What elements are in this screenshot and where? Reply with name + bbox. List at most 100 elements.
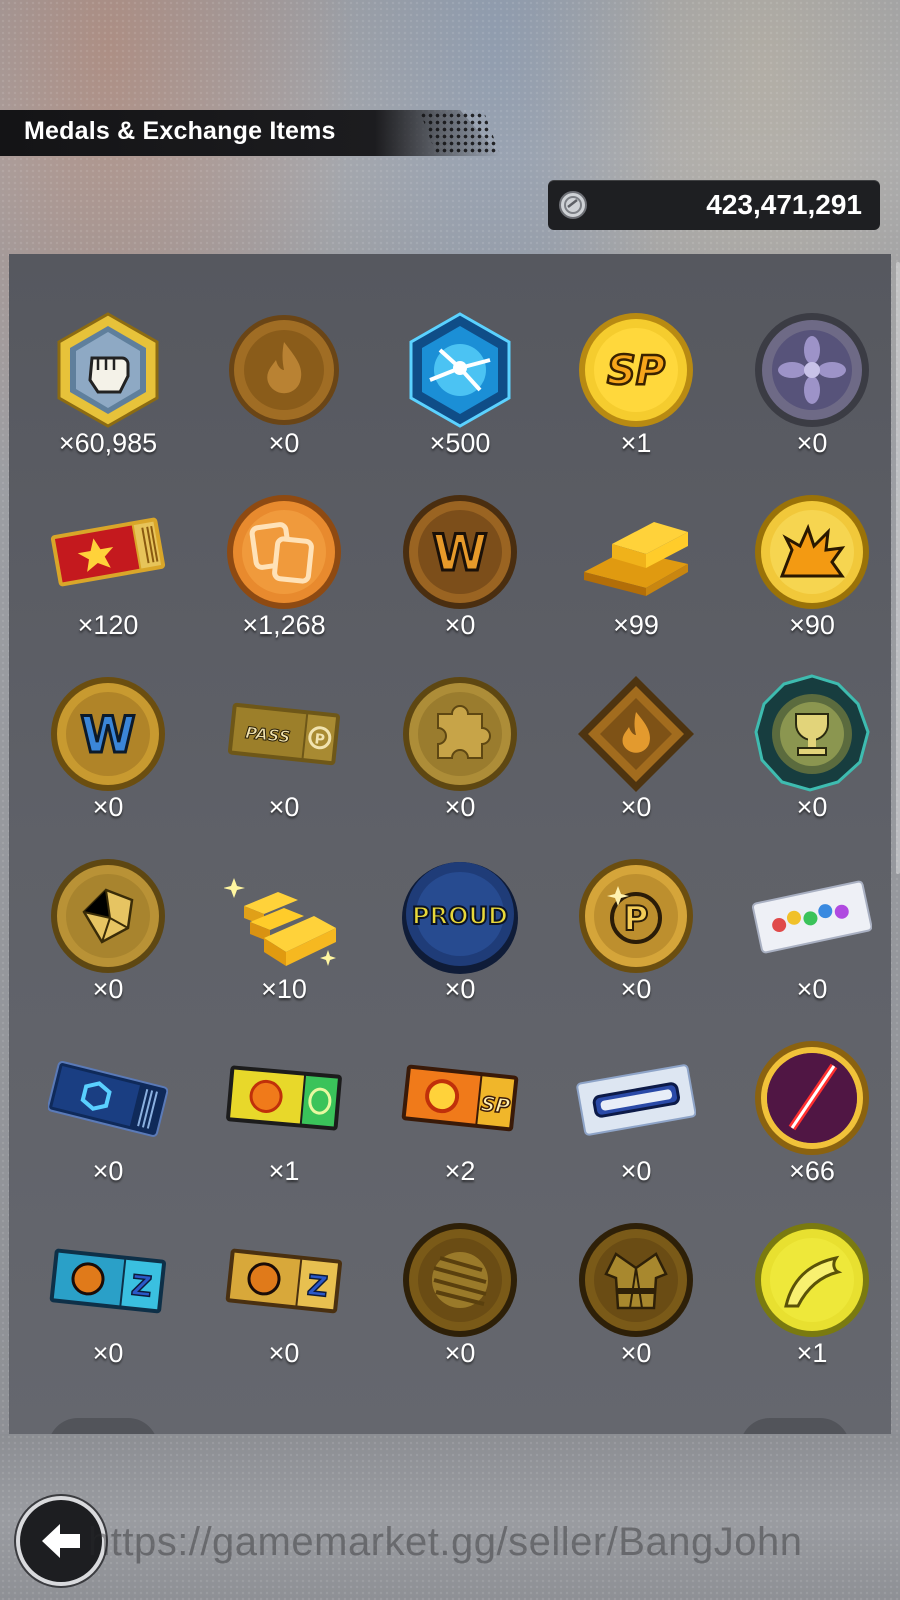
fist-hexagon-medal-icon xyxy=(57,312,159,428)
item-count: ×1 xyxy=(620,428,652,458)
blue-hexagon-ticket-icon xyxy=(48,1061,168,1137)
item-count: ×0 xyxy=(444,1338,476,1368)
item-cell[interactable]: ×99 xyxy=(548,492,724,678)
footer-area xyxy=(0,1434,900,1600)
item-cell[interactable]: PASS P ×0 xyxy=(196,674,372,860)
item-cell[interactable]: W ×0 xyxy=(372,492,548,678)
item-cell[interactable]: ×120 xyxy=(20,492,196,678)
item-count: ×0 xyxy=(620,974,652,1004)
puzzle-gold-coin-icon xyxy=(403,677,517,791)
item-cell[interactable]: SP ×2 xyxy=(372,1038,548,1224)
gold-bars-icon xyxy=(584,522,688,596)
item-cell[interactable]: ×0 xyxy=(372,1220,548,1406)
svg-text:P: P xyxy=(314,731,326,748)
item-count: ×0 xyxy=(268,1338,300,1368)
item-count: ×0 xyxy=(444,610,476,640)
item-count: ×0 xyxy=(796,428,828,458)
item-count: ×0 xyxy=(796,792,828,822)
item-count: ×0 xyxy=(620,1338,652,1368)
item-count: ×0 xyxy=(444,792,476,822)
item-cell[interactable]: ×0 xyxy=(548,674,724,860)
gi-bronze-coin-icon xyxy=(579,1223,693,1337)
blue-energy-hexagon-icon xyxy=(409,312,511,428)
item-cell[interactable]: ×0 xyxy=(20,856,196,1042)
item-count: ×500 xyxy=(429,428,491,458)
bandage-bronze-coin-icon xyxy=(403,1223,517,1337)
item-cell[interactable]: ×0 xyxy=(724,310,900,496)
svg-text:Z: Z xyxy=(306,1269,330,1304)
item-count: ×66 xyxy=(789,1156,835,1186)
sp-flame-ticket-icon: SP xyxy=(401,1064,519,1132)
sparkling-gold-bars-icon xyxy=(224,878,336,966)
item-cell[interactable]: ×90 xyxy=(724,492,900,678)
items-grid: ×60,985 ×0 ×500 SP ×1 ×0 ×120 ×1,268 W ×… xyxy=(9,254,891,1434)
svg-text:SP: SP xyxy=(607,348,665,394)
item-count: ×0 xyxy=(92,974,124,1004)
item-cell[interactable]: ×500 xyxy=(372,310,548,496)
item-cell[interactable]: ×66 xyxy=(724,1038,900,1224)
svg-text:SP: SP xyxy=(480,1091,512,1118)
svg-text:Z: Z xyxy=(130,1269,154,1304)
item-count: ×0 xyxy=(92,1156,124,1186)
item-count: ×0 xyxy=(92,792,124,822)
item-count: ×1,268 xyxy=(242,610,326,640)
svg-text:W: W xyxy=(80,706,135,764)
item-cell[interactable]: SP ×1 xyxy=(548,310,724,496)
item-count: ×10 xyxy=(261,974,307,1004)
item-cell[interactable]: ×0 xyxy=(372,674,548,860)
item-count: ×60,985 xyxy=(58,428,158,458)
item-cell[interactable]: P ×0 xyxy=(548,856,724,1042)
item-cell[interactable]: ×0 xyxy=(548,1220,724,1406)
item-cell[interactable]: ×1 xyxy=(196,1038,372,1224)
item-cell[interactable]: ×60,985 xyxy=(20,310,196,496)
gold-z-ticket-icon: Z xyxy=(225,1248,343,1314)
item-cell[interactable]: Z ×0 xyxy=(20,1220,196,1406)
svg-text:PROUD: PROUD xyxy=(412,902,508,930)
item-cell[interactable]: W ×0 xyxy=(20,674,196,860)
item-cell[interactable]: ×0 xyxy=(20,1038,196,1224)
item-count: ×1 xyxy=(796,1338,828,1368)
w-blue-gold-coin-icon: W xyxy=(51,677,165,791)
blue-bar-ticket-icon xyxy=(576,1064,696,1136)
yellow-leaf-coin-icon xyxy=(755,1223,869,1337)
w-bronze-coin-icon: W xyxy=(403,495,517,609)
item-count: ×0 xyxy=(620,792,652,822)
red-saber-coin-icon xyxy=(755,1041,869,1155)
item-count: ×0 xyxy=(796,974,828,1004)
item-count: ×0 xyxy=(92,1338,124,1368)
item-cell[interactable]: PROUD ×0 xyxy=(372,856,548,1042)
green-flame-ticket-icon xyxy=(226,1065,342,1131)
item-count: ×99 xyxy=(613,610,659,640)
svg-text:P: P xyxy=(624,899,649,939)
p-gold-coin-icon: P xyxy=(579,859,693,973)
trophy-teal-badge-icon xyxy=(754,674,870,792)
currency-value: 423,471,291 xyxy=(706,189,862,220)
sp-gold-coin-icon: SP xyxy=(579,313,693,427)
gem-ticket-icon xyxy=(752,880,872,954)
flame-bronze-coin-icon xyxy=(229,315,339,425)
item-cell[interactable]: ×0 xyxy=(548,1038,724,1224)
item-count: ×1 xyxy=(268,1156,300,1186)
card-orange-coin-icon xyxy=(227,495,341,609)
item-cell[interactable]: ×0 xyxy=(196,310,372,496)
premium-pass-ticket-icon: PASS P xyxy=(227,702,341,766)
proud-blue-coin-icon: PROUD xyxy=(402,862,518,974)
item-count: ×120 xyxy=(77,610,139,640)
page-title: Medals & Exchange Items xyxy=(24,117,336,145)
item-cell[interactable]: ×0 xyxy=(724,674,900,860)
flame-diamond-medal-icon xyxy=(578,676,694,792)
watermark-text: https://gamemarket.gg/seller/BangJohn xyxy=(88,1520,803,1564)
item-cell[interactable]: Z ×0 xyxy=(196,1220,372,1406)
silver-coin-icon xyxy=(559,191,587,219)
item-cell[interactable]: ×10 xyxy=(196,856,372,1042)
currency-display: 423,471,291 xyxy=(548,180,880,230)
item-cell[interactable]: ×1 xyxy=(724,1220,900,1406)
red-star-ticket-icon xyxy=(50,517,166,587)
item-cell[interactable]: ×0 xyxy=(724,856,900,1042)
purple-flower-coin-icon xyxy=(755,313,869,427)
item-count: ×0 xyxy=(268,792,300,822)
crystal-gold-coin-icon xyxy=(51,859,165,973)
item-cell[interactable]: ×1,268 xyxy=(196,492,372,678)
item-count: ×2 xyxy=(444,1156,476,1186)
item-count: ×0 xyxy=(268,428,300,458)
